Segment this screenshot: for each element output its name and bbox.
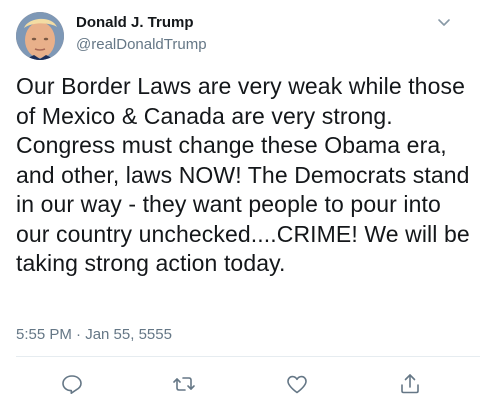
heart-icon[interactable] <box>285 372 309 396</box>
avatar[interactable] <box>16 12 64 60</box>
tweet-actions <box>0 372 480 398</box>
reply-icon[interactable] <box>60 372 84 396</box>
author-handle[interactable]: @realDonaldTrump <box>76 36 207 53</box>
chevron-down-icon[interactable] <box>436 14 452 30</box>
tweet-text: Our Border Laws are very weak while thos… <box>16 73 470 276</box>
tweet-timestamp[interactable]: 5:55 PM · Jan 55, 5555 <box>16 326 172 343</box>
divider <box>16 356 480 357</box>
retweet-icon[interactable] <box>172 372 196 396</box>
share-icon[interactable] <box>398 372 422 396</box>
avatar-image <box>16 12 64 60</box>
tweet-card: Donald J. Trump @realDonaldTrump Our Bor… <box>0 0 480 410</box>
author-name[interactable]: Donald J. Trump <box>76 14 194 31</box>
